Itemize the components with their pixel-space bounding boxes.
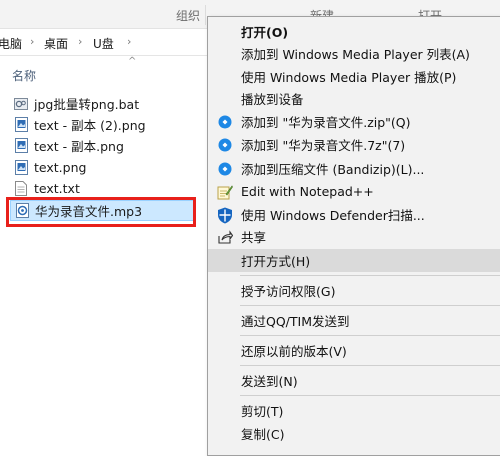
menu-separator [240, 395, 500, 396]
menu-separator [240, 305, 500, 306]
menu-item-label: 添加到 "华为录音文件.7z"(7) [241, 138, 406, 153]
file-name: 华为录音文件.mp3 [35, 204, 143, 219]
ribbon-group-organize[interactable]: 组织 [176, 7, 200, 24]
sort-ascending-icon: ^ [128, 56, 137, 67]
menu-item-label: 复制(C) [241, 427, 285, 442]
bandizip-icon [216, 136, 234, 154]
menu-item-restore-previous[interactable]: 还原以前的版本(V) [208, 339, 500, 362]
list-item-selected[interactable]: 华为录音文件.mp3 [10, 200, 195, 221]
breadcrumb-pc[interactable]: 电脑 [0, 35, 22, 52]
menu-item-scan-defender[interactable]: 使用 Windows Defender扫描... [208, 203, 500, 226]
menu-item-send-via-qq[interactable]: 通过QQ/TIM发送到 [208, 309, 500, 332]
address-bar[interactable]: 电脑 › 桌面 › U盘 › [0, 29, 210, 56]
menu-item-give-access[interactable]: 授予访问权限(G) [208, 279, 500, 302]
menu-item-label: 打开(O) [241, 25, 289, 40]
breadcrumb-usb-drive[interactable]: U盘 [93, 35, 114, 52]
menu-item-add-to-7z[interactable]: 添加到 "华为录音文件.7z"(7) [208, 133, 500, 156]
list-item[interactable]: jpg批量转png.bat [10, 93, 195, 114]
menu-item-label: 添加到 Windows Media Player 列表(A) [241, 47, 470, 62]
menu-item-label: 发送到(N) [241, 374, 298, 389]
menu-item-label: 还原以前的版本(V) [241, 344, 347, 359]
breadcrumb-chevron-icon[interactable]: › [127, 35, 131, 48]
list-item[interactable]: text.png [10, 157, 195, 178]
menu-separator [240, 335, 500, 336]
bat-file-icon [14, 96, 28, 112]
breadcrumb-desktop[interactable]: 桌面 [44, 35, 68, 52]
share-icon [216, 228, 234, 246]
menu-item-edit-notepadpp[interactable]: Edit with Notepad++ [208, 180, 500, 203]
menu-item-label: 打开方式(H) [241, 254, 311, 269]
file-name: text - 副本.png [34, 139, 124, 154]
menu-item-cut[interactable]: 剪切(T) [208, 399, 500, 422]
breadcrumb-chevron-icon[interactable]: › [30, 35, 34, 48]
list-item[interactable]: text - 副本.png [10, 135, 195, 156]
menu-item-label: 播放到设备 [241, 92, 304, 107]
menu-item-play-wmp[interactable]: 使用 Windows Media Player 播放(P) [208, 65, 500, 88]
list-item[interactable]: text.txt [10, 178, 195, 199]
file-name: text - 副本 (2).png [34, 118, 146, 133]
menu-item-label: 使用 Windows Defender扫描... [241, 208, 425, 223]
menu-separator [240, 275, 500, 276]
bandizip-icon [216, 160, 234, 178]
menu-item-send-to[interactable]: 发送到(N) [208, 369, 500, 392]
menu-item-open-with[interactable]: 打开方式(H) [208, 249, 500, 272]
notepadpp-icon [216, 183, 234, 201]
menu-item-label: Edit with Notepad++ [241, 184, 374, 199]
breadcrumb-chevron-icon[interactable]: › [78, 35, 82, 48]
menu-item-add-to-wmp-list[interactable]: 添加到 Windows Media Player 列表(A) [208, 42, 500, 65]
audio-file-icon [15, 203, 29, 219]
menu-item-label: 共享 [241, 230, 267, 245]
menu-item-label: 授予访问权限(G) [241, 284, 336, 299]
menu-item-cast-to-device[interactable]: 播放到设备 [208, 87, 500, 110]
file-name: jpg批量转png.bat [34, 97, 140, 112]
file-name: text.png [34, 160, 87, 175]
menu-item-copy[interactable]: 复制(C) [208, 422, 500, 445]
menu-separator [240, 365, 500, 366]
list-item[interactable]: text - 副本 (2).png [10, 114, 195, 135]
context-menu: 打开(O) 添加到 Windows Media Player 列表(A) 使用 … [207, 16, 500, 456]
menu-item-open[interactable]: 打开(O) [208, 20, 500, 43]
menu-item-label: 剪切(T) [241, 404, 284, 419]
image-file-icon [14, 160, 28, 176]
menu-item-label: 使用 Windows Media Player 播放(P) [241, 70, 457, 85]
menu-item-add-to-archive-bandizip[interactable]: 添加到压缩文件 (Bandizip)(L)... [208, 157, 500, 180]
ribbon-divider [205, 5, 206, 25]
bandizip-icon [216, 113, 234, 131]
menu-item-label: 添加到压缩文件 (Bandizip)(L)... [241, 162, 425, 177]
defender-shield-icon [216, 206, 234, 224]
menu-item-label: 通过QQ/TIM发送到 [241, 314, 350, 329]
file-name: text.txt [34, 181, 80, 196]
column-header-name[interactable]: 名称 [12, 67, 36, 84]
menu-item-share[interactable]: 共享 [208, 225, 500, 248]
image-file-icon [14, 138, 28, 154]
menu-item-label: 添加到 "华为录音文件.zip"(Q) [241, 115, 411, 130]
text-file-icon [14, 181, 28, 197]
menu-item-add-to-zip[interactable]: 添加到 "华为录音文件.zip"(Q) [208, 110, 500, 133]
image-file-icon [14, 117, 28, 133]
